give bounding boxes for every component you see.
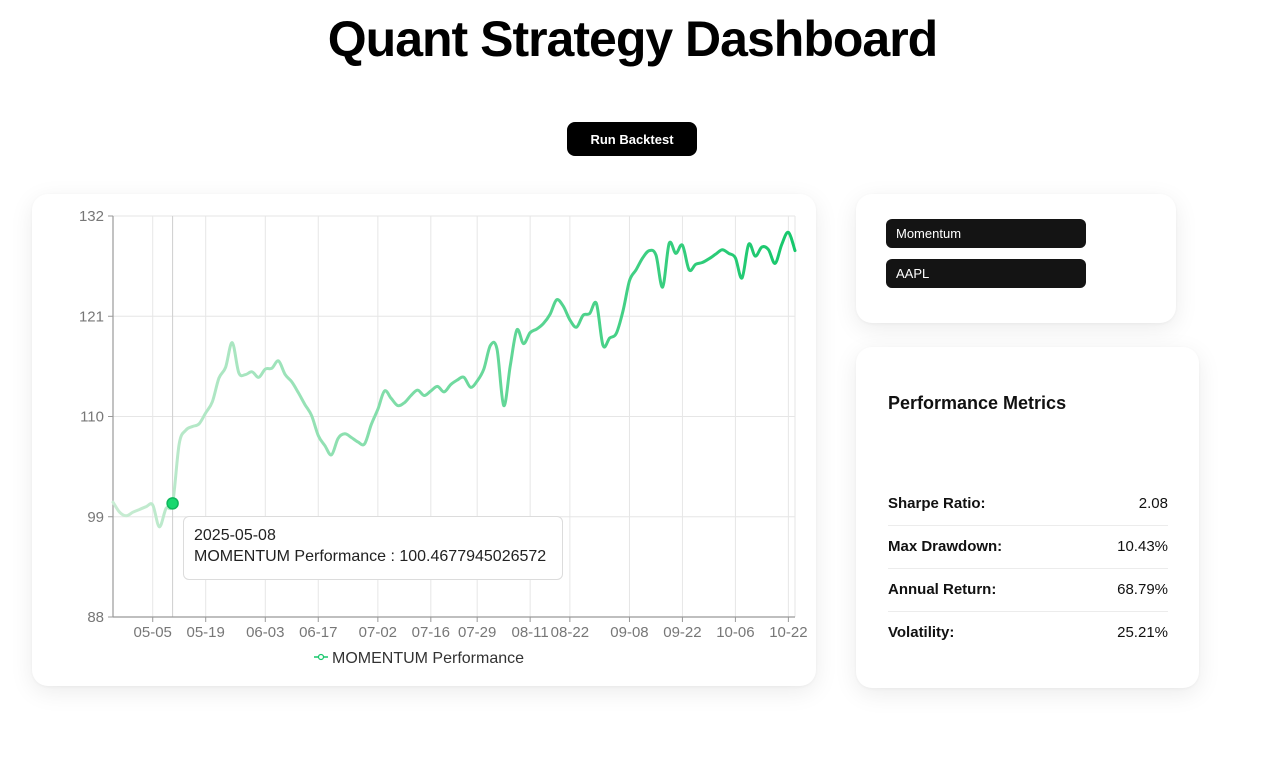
x-tick-label: 09-08 [610,624,648,641]
metric-value: 25.21% [1117,624,1168,641]
legend[interactable]: MOMENTUM Performance [314,650,524,667]
metric-label: Max Drawdown: [888,538,1003,555]
selectors-card: Momentum AAPL [856,194,1176,323]
ticker-select[interactable]: AAPL [886,259,1086,288]
active-data-point[interactable] [166,497,179,510]
metric-label: Annual Return: [888,581,997,598]
y-tick-label: 121 [79,308,104,325]
tooltip-value: MOMENTUM Performance : 100.4677945026572 [194,548,547,565]
x-tick-label: 10-22 [769,624,807,641]
x-tick-label: 05-19 [187,624,225,641]
series-line-momentum [111,230,797,529]
run-backtest-button[interactable]: Run Backtest [567,122,697,156]
x-tick-label: 08-22 [551,624,589,641]
chart-tooltip: 2025-05-08 MOMENTUM Performance : 100.46… [183,516,563,580]
page-title: Quant Strategy Dashboard [327,11,938,67]
metrics-card: Performance Metrics Sharpe Ratio: 2.08 M… [856,347,1199,688]
legend-label: MOMENTUM Performance [332,650,524,667]
metric-label: Volatility: [888,624,955,641]
metric-row-sharpe: Sharpe Ratio: 2.08 [888,485,1168,526]
x-tick-label: 06-03 [246,624,284,641]
metrics-title: Performance Metrics [888,393,1067,413]
tooltip-date: 2025-05-08 [194,527,276,544]
metric-row-annual-return: Annual Return: 68.79% [888,571,1168,612]
x-tick-label: 10-06 [716,624,754,641]
legend-dot-icon [317,653,325,661]
x-tick-label: 07-16 [412,624,450,641]
y-tick-label: 99 [87,509,104,526]
y-tick-label: 88 [87,609,104,626]
metric-value: 68.79% [1117,581,1168,598]
metric-row-volatility: Volatility: 25.21% [888,614,1168,654]
series-layer [111,230,797,529]
x-tick-label: 05-05 [134,624,172,641]
x-tick-label: 08-11 [512,624,549,641]
metric-value: 2.08 [1138,495,1168,512]
metric-label: Sharpe Ratio: [888,495,986,512]
x-tick-label: 09-22 [663,624,701,641]
y-tick-label: 132 [79,208,104,225]
x-tick-label: 06-17 [299,624,337,641]
x-tick-label: 07-02 [359,624,397,641]
chart-card: 88 99 110 121 132 05-05 05-19 06-03 06-17 07-02 07… [32,194,816,686]
metric-value: 10.43% [1117,538,1168,555]
performance-chart: 88 99 110 121 132 05-05 05-19 06-03 06-17 07-02 07… [79,208,808,667]
x-tick-label: 07-29 [458,624,496,641]
metric-row-max-drawdown: Max Drawdown: 10.43% [888,528,1168,569]
y-tick-label: 110 [80,409,104,426]
strategy-select[interactable]: Momentum [886,219,1086,248]
